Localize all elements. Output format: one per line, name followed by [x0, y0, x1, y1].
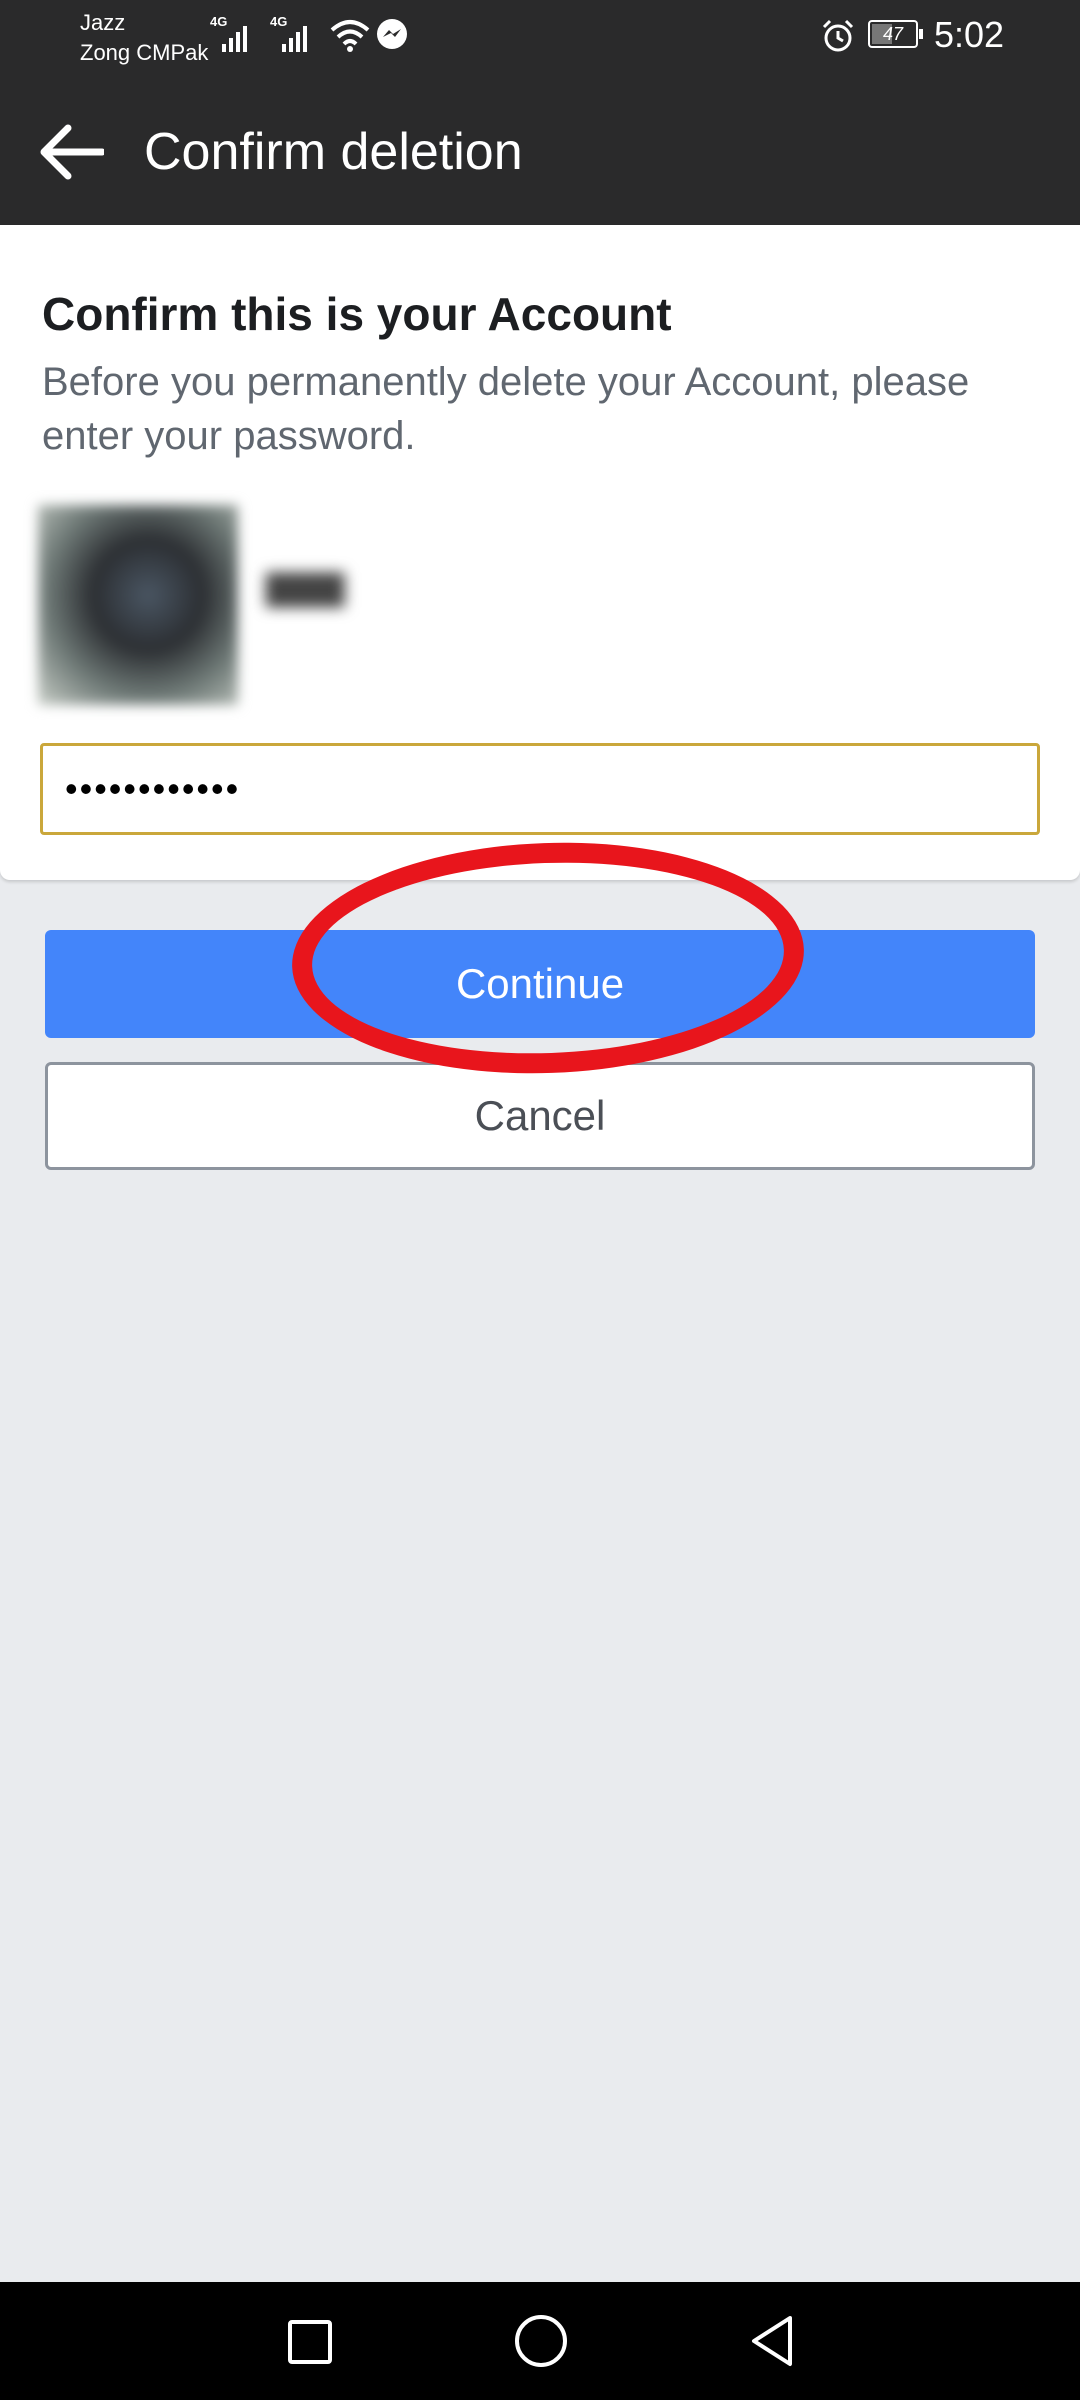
network-type-2: 4G	[270, 14, 288, 29]
messenger-icon	[377, 19, 407, 49]
page-title: Confirm deletion	[144, 123, 523, 181]
avatar	[38, 505, 238, 705]
confirm-account-card: Confirm this is your Account Before you …	[0, 225, 1080, 880]
navigation-bar	[0, 2282, 1080, 2400]
recents-square-icon[interactable]	[276, 2308, 342, 2374]
signal-icon-2: 4G	[270, 14, 307, 52]
alarm-icon	[822, 19, 854, 52]
carrier-1: Jazz	[80, 10, 126, 35]
status-bar: Jazz Zong CMPak 4G 4G 47 5:02	[0, 0, 1080, 75]
user-name-blurred: ▇▇▇	[266, 569, 345, 607]
carrier-names: Jazz Zong CMPak	[80, 8, 208, 68]
home-circle-icon[interactable]	[508, 2308, 574, 2374]
card-description: Before you permanently delete your Accou…	[42, 360, 970, 458]
cancel-button[interactable]: Cancel	[45, 1062, 1035, 1170]
battery-icon: 47	[868, 20, 923, 48]
carrier-2: Zong CMPak	[80, 40, 209, 65]
card-title: Confirm this is your Account	[42, 288, 672, 340]
wifi-icon	[330, 20, 370, 52]
password-field[interactable]	[40, 743, 1040, 835]
back-arrow-icon[interactable]	[38, 122, 104, 182]
signal-icon: 4G	[210, 14, 247, 52]
network-type-1: 4G	[210, 14, 228, 29]
back-triangle-icon[interactable]	[740, 2308, 806, 2374]
battery-level: 47	[882, 24, 904, 44]
clock: 5:02	[934, 14, 1005, 55]
continue-button[interactable]: Continue	[45, 930, 1035, 1038]
app-header: Jazz Zong CMPak 4G 4G 47 5:02 Confirm de…	[0, 0, 1080, 225]
